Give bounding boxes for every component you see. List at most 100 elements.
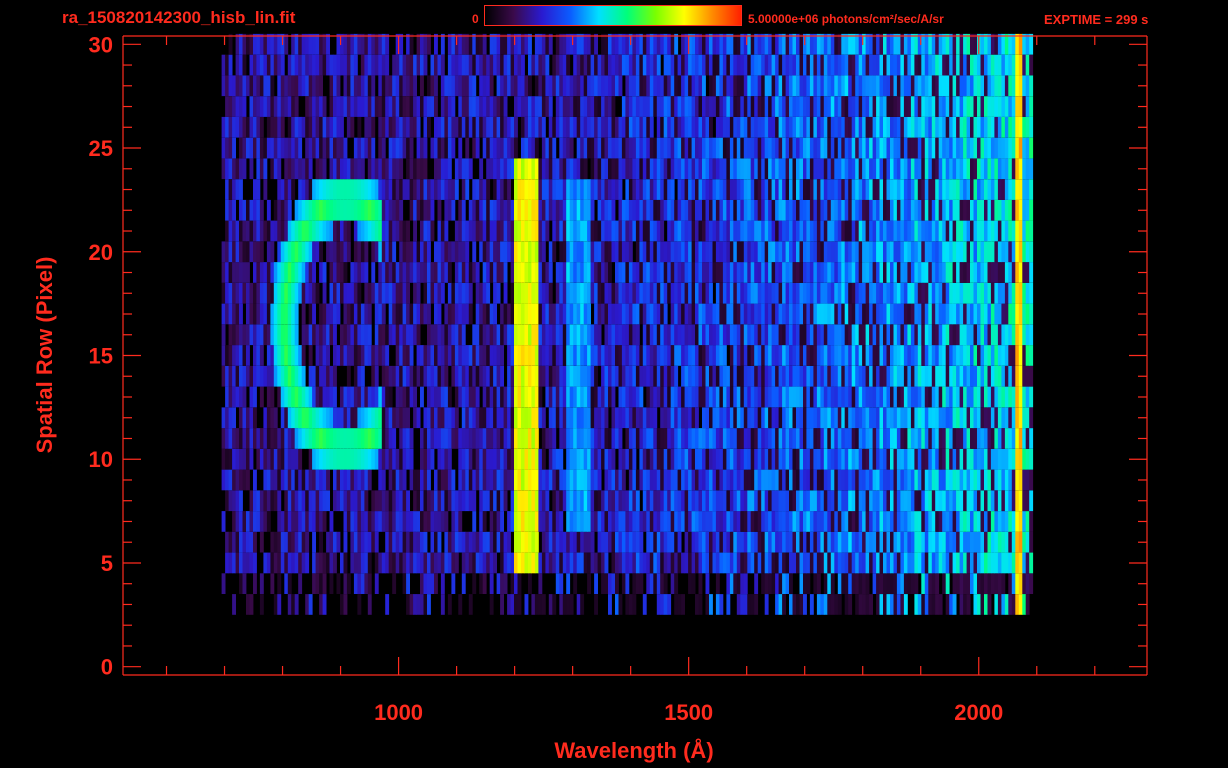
heat-cell bbox=[862, 407, 866, 429]
heat-cell bbox=[580, 407, 585, 429]
heat-cell bbox=[677, 324, 682, 346]
heat-cell bbox=[590, 407, 595, 429]
heat-cell bbox=[816, 469, 821, 491]
heat-cell bbox=[663, 179, 668, 200]
heat-cell bbox=[628, 448, 633, 470]
heat-cell bbox=[413, 241, 417, 263]
heat-cell bbox=[444, 220, 449, 242]
heat-cell bbox=[688, 220, 692, 242]
heat-cell bbox=[294, 365, 299, 387]
heat-cell bbox=[649, 262, 654, 283]
heat-cell bbox=[594, 345, 598, 366]
heat-cell bbox=[458, 469, 463, 491]
heat-cell bbox=[670, 324, 675, 346]
heat-cell bbox=[656, 469, 661, 491]
heat-cell bbox=[378, 199, 383, 221]
heat-cell bbox=[837, 199, 842, 221]
heat-cell bbox=[1008, 220, 1013, 242]
heat-cell bbox=[423, 303, 428, 325]
heat-cell bbox=[886, 469, 891, 491]
heat-cell bbox=[809, 241, 814, 263]
heat-cell bbox=[628, 552, 633, 574]
heat-cell bbox=[917, 241, 922, 263]
heat-cell bbox=[1018, 137, 1023, 159]
heat-cell bbox=[893, 262, 898, 283]
heat-cell bbox=[740, 469, 745, 491]
heat-cell bbox=[907, 345, 912, 366]
heat-cell bbox=[698, 490, 703, 512]
heat-cell bbox=[427, 428, 431, 449]
heat-cell bbox=[353, 282, 358, 304]
heat-cell bbox=[500, 552, 504, 574]
heat-cell bbox=[294, 594, 299, 615]
heat-cell bbox=[1022, 345, 1027, 366]
heat-cell bbox=[437, 386, 442, 408]
heat-cell bbox=[642, 262, 647, 283]
heat-cell bbox=[642, 199, 647, 221]
heat-cell bbox=[747, 262, 752, 283]
heat-cell bbox=[799, 137, 804, 159]
heat-cell bbox=[326, 303, 330, 325]
heat-cell bbox=[893, 594, 898, 615]
heat-cell bbox=[688, 511, 692, 532]
heat-cell bbox=[280, 116, 285, 138]
heat-cell bbox=[601, 428, 605, 449]
heat-cell bbox=[869, 531, 873, 553]
heat-cell bbox=[931, 531, 936, 553]
heat-cell bbox=[830, 262, 835, 283]
heat-cell bbox=[876, 531, 880, 553]
heat-cell bbox=[743, 241, 748, 263]
heat-cell bbox=[994, 324, 999, 346]
heat-cell bbox=[719, 594, 724, 615]
heat-cell bbox=[287, 386, 292, 408]
heat-cell bbox=[319, 158, 323, 180]
heat-cell bbox=[259, 199, 264, 221]
heat-cell bbox=[799, 303, 804, 325]
heat-cell bbox=[813, 407, 818, 429]
heat-cell bbox=[900, 262, 905, 283]
heat-cell bbox=[541, 448, 546, 470]
heat-cell bbox=[343, 469, 348, 491]
heat-cell bbox=[528, 573, 532, 594]
heat-cell bbox=[486, 386, 491, 408]
heat-cell bbox=[761, 573, 766, 594]
heat-cell bbox=[1029, 386, 1034, 408]
heat-cell bbox=[388, 220, 393, 242]
heat-cell bbox=[440, 262, 445, 283]
heat-cell bbox=[876, 469, 880, 491]
heat-cell bbox=[232, 137, 236, 159]
heat-cell bbox=[841, 407, 846, 429]
heat-cell bbox=[273, 220, 278, 242]
heat-cell bbox=[472, 137, 477, 159]
heat-cell bbox=[479, 469, 484, 491]
heat-cell bbox=[1008, 241, 1013, 263]
heat-cell bbox=[757, 262, 762, 283]
heat-cell bbox=[482, 386, 487, 408]
heat-cell bbox=[423, 282, 428, 304]
heat-cell bbox=[715, 345, 720, 366]
heat-cell bbox=[461, 199, 466, 221]
heat-cell bbox=[420, 448, 424, 470]
heat-cell bbox=[510, 448, 515, 470]
heat-cell bbox=[569, 386, 574, 408]
heat-cell bbox=[413, 386, 417, 408]
heat-cell bbox=[249, 490, 254, 512]
heat-cell bbox=[239, 552, 243, 574]
heat-cell bbox=[538, 179, 543, 200]
heat-cell bbox=[837, 137, 842, 159]
heat-cell bbox=[816, 490, 821, 512]
heat-cell bbox=[472, 469, 477, 491]
heat-cell bbox=[416, 365, 421, 387]
heat-cell bbox=[917, 137, 922, 159]
heat-cell bbox=[486, 241, 491, 263]
heat-cell bbox=[413, 365, 417, 387]
heat-cell bbox=[949, 552, 954, 574]
heat-cell bbox=[883, 407, 887, 429]
heat-cell bbox=[977, 158, 981, 180]
heat-cell bbox=[239, 531, 243, 553]
heat-cell bbox=[872, 531, 877, 553]
heat-cell bbox=[360, 137, 365, 159]
heat-cell bbox=[799, 220, 804, 242]
heat-cell bbox=[956, 303, 960, 325]
heat-cell bbox=[465, 345, 470, 366]
